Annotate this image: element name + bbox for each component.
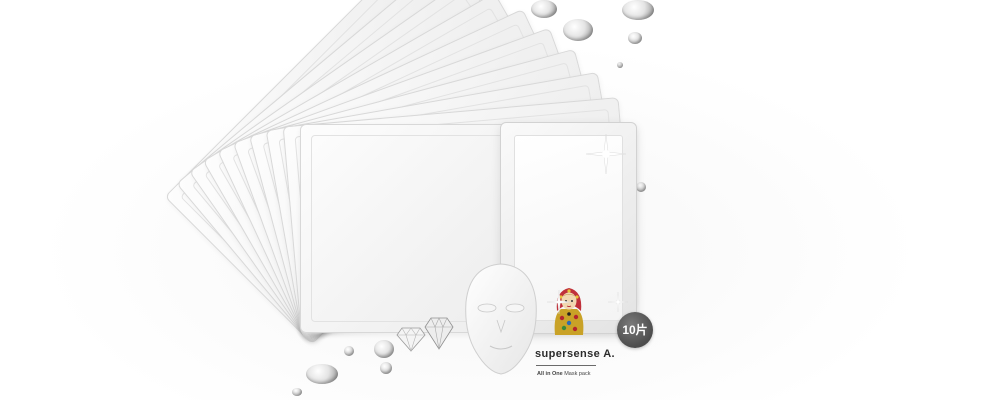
- product-banner: supersense A. All in One Mask pack 10片: [0, 0, 1000, 400]
- water-bubble-icon: [292, 388, 302, 396]
- product-line-rest: Mask pack: [562, 371, 591, 377]
- water-bubble-icon: [380, 362, 392, 374]
- sheet-mask-icon: [465, 263, 537, 375]
- water-bubble-icon: [531, 0, 557, 18]
- sparkle-icon: [547, 290, 571, 314]
- diamond-icon: [424, 317, 454, 350]
- diamond-icon: [396, 327, 426, 352]
- water-bubble-icon: [636, 182, 646, 192]
- sparkle-icon: [608, 292, 628, 312]
- water-bubble-icon: [306, 364, 338, 384]
- water-bubble-icon: [374, 340, 394, 358]
- water-bubble-icon: [628, 32, 642, 44]
- water-bubble-icon: [617, 62, 623, 68]
- water-bubble-icon: [563, 19, 593, 41]
- sparkle-icon: [586, 134, 626, 174]
- water-bubble-icon: [344, 346, 354, 356]
- water-bubble-icon: [622, 0, 654, 20]
- brand-name: supersense A.: [535, 348, 615, 360]
- count-badge: 10片: [617, 312, 653, 348]
